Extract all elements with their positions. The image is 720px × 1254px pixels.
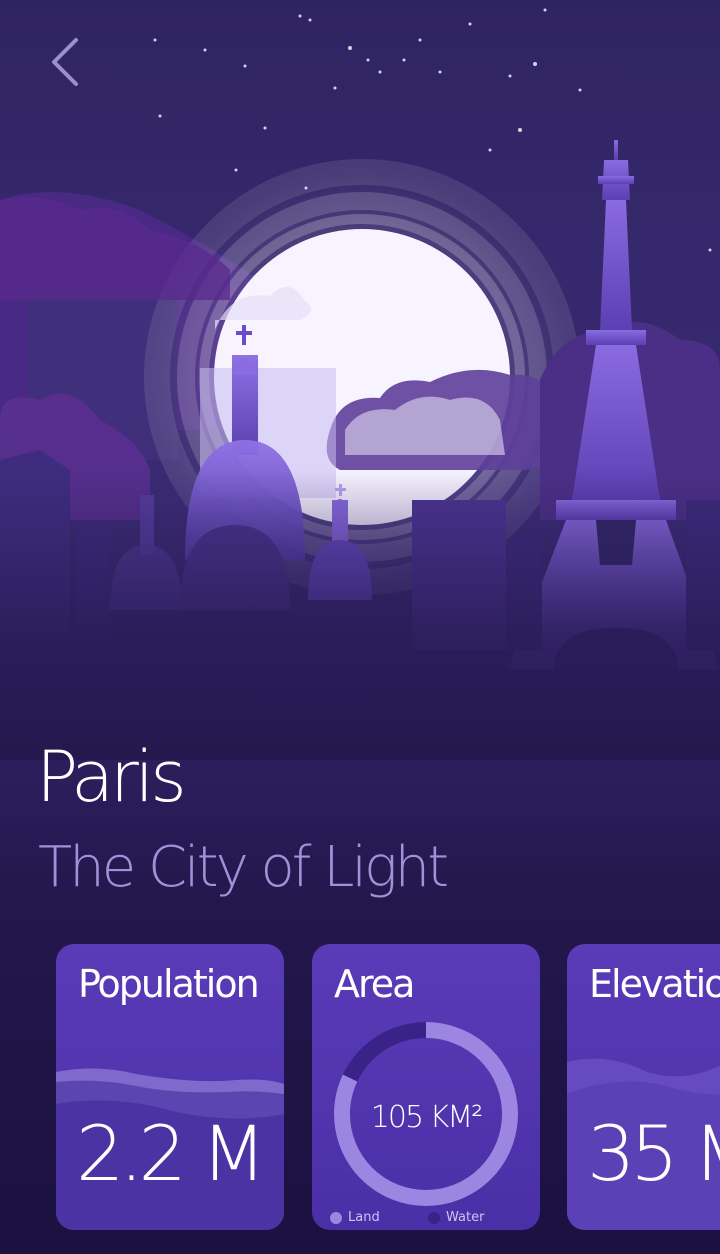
back-button[interactable] — [36, 30, 96, 90]
paris-skyline-illustration — [0, 8, 720, 760]
elevation-title: Elevation — [589, 962, 720, 1006]
chevron-left-icon — [52, 38, 78, 86]
legend-water-label: Water — [446, 1210, 485, 1225]
city-detail-screen: Paris The City of Light Population 2.2 M… — [0, 0, 720, 1254]
area-card[interactable]: Area 105 KM² Land Water — [312, 944, 540, 1230]
population-value: 2.2 M — [76, 1109, 267, 1198]
city-name: Paris — [36, 736, 187, 818]
water-dot — [428, 1211, 440, 1224]
land-dot — [330, 1211, 342, 1224]
elevation-value: 35 M — [587, 1109, 720, 1198]
elevation-card[interactable]: Elevation 35 M — [567, 944, 720, 1230]
population-card[interactable]: Population 2.2 M — [56, 944, 284, 1230]
legend-land-label: Land — [348, 1210, 380, 1225]
city-tagline: The City of Light — [38, 835, 449, 900]
legend-water: Water — [428, 1210, 484, 1225]
population-title: Population — [78, 962, 260, 1006]
legend-land: Land — [330, 1210, 380, 1225]
area-title: Area — [334, 962, 415, 1006]
area-value: 105 KM² — [370, 1100, 483, 1135]
